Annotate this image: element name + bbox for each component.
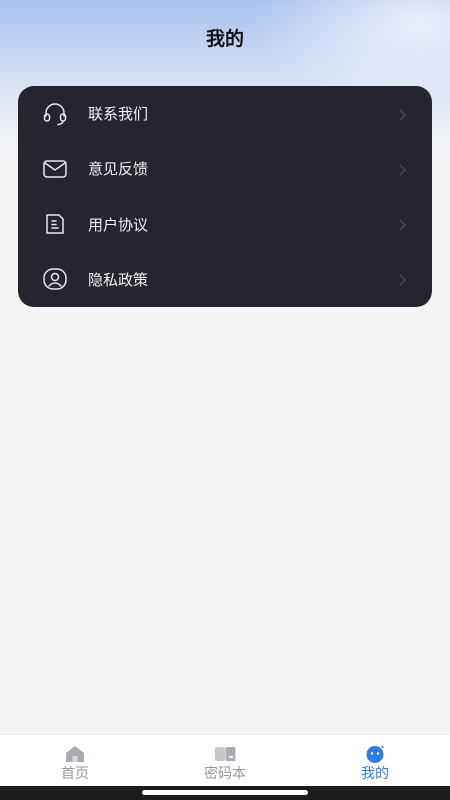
system-home-bar — [0, 786, 450, 800]
tab-label: 我的 — [361, 766, 389, 782]
menu-item-label: 用户协议 — [88, 215, 149, 234]
chevron-right-icon — [396, 272, 408, 286]
menu-item-user-agreement[interactable]: 用户协议 — [18, 197, 432, 252]
chevron-right-icon — [396, 107, 408, 121]
menu-item-contact-us[interactable]: 联系我们 — [18, 86, 432, 141]
bottom-tab-bar: 首页 密码本 我的 — [0, 734, 450, 786]
tab-home[interactable]: 首页 — [0, 735, 150, 786]
password-book-icon — [214, 744, 236, 764]
chevron-right-icon — [396, 217, 408, 231]
profile-face-icon — [364, 744, 386, 764]
home-icon — [64, 744, 86, 764]
tab-password-book[interactable]: 密码本 — [150, 735, 300, 786]
settings-menu-card: 联系我们 意见反馈 用户协议 隐私政策 — [18, 86, 432, 307]
home-indicator[interactable] — [142, 790, 308, 795]
menu-item-privacy-policy[interactable]: 隐私政策 — [18, 252, 432, 307]
headset-icon — [42, 101, 68, 127]
tab-profile[interactable]: 我的 — [300, 735, 450, 786]
tab-label: 密码本 — [204, 766, 246, 782]
document-icon — [42, 211, 68, 237]
menu-item-label: 意见反馈 — [88, 160, 149, 179]
tab-label: 首页 — [61, 766, 89, 782]
mail-icon — [42, 156, 68, 182]
page-title: 我的 — [205, 28, 244, 50]
chevron-right-icon — [396, 162, 408, 176]
menu-item-label: 联系我们 — [88, 105, 149, 124]
menu-item-feedback[interactable]: 意见反馈 — [18, 141, 432, 196]
menu-item-label: 隐私政策 — [88, 270, 149, 289]
privacy-shield-icon — [42, 266, 68, 292]
